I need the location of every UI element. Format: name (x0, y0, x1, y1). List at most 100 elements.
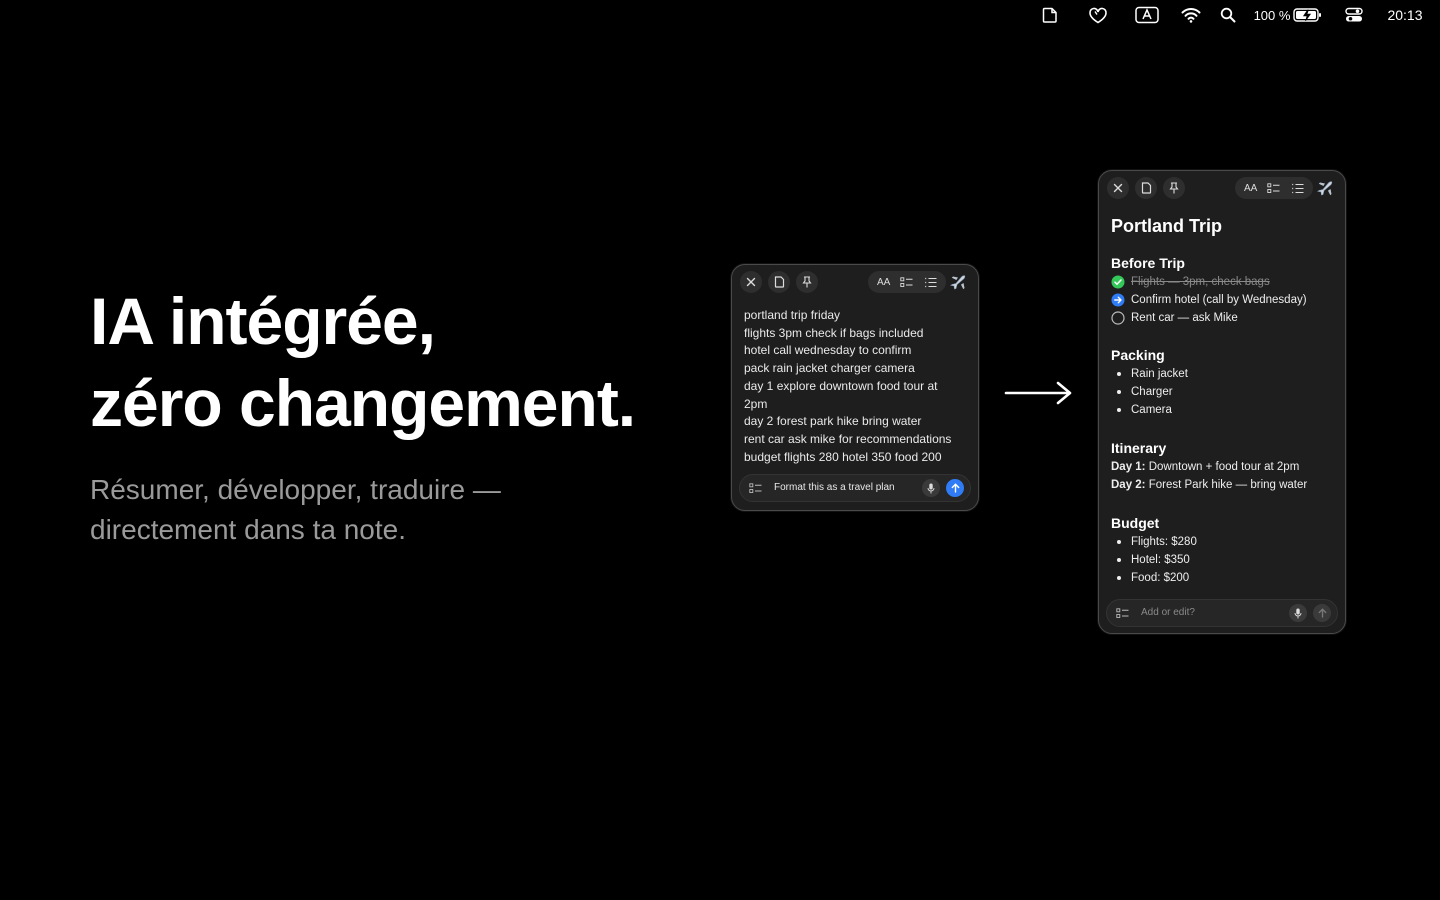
task-item[interactable]: Confirm hotel (call by Wednesday) (1111, 291, 1339, 309)
new-note-button[interactable] (768, 271, 790, 293)
subheadline-line-1: Résumer, développer, traduire — (90, 474, 501, 505)
close-icon (746, 277, 756, 287)
ai-prompt-bar[interactable]: Format this as a travel plan (739, 474, 971, 502)
list-item-label: Camera (1131, 404, 1172, 416)
note-icon (1141, 182, 1151, 194)
battery-charging-icon[interactable] (1293, 5, 1323, 25)
note-line: pack rain jacket charger camera (744, 361, 915, 376)
list-item-label: Charger (1131, 386, 1173, 398)
ai-prompt-input[interactable]: Format this as a travel plan (774, 482, 895, 493)
menu-bar: 100 % 20:13 (0, 0, 1440, 30)
pin-icon (1169, 182, 1179, 194)
section-heading-budget: Budget (1111, 515, 1160, 531)
checklist-icon (1267, 182, 1280, 193)
arrow-up-icon (951, 483, 959, 493)
checklist-button[interactable] (1263, 177, 1285, 199)
note-line: portland trip friday (744, 308, 841, 322)
day-label: Day 2: (1111, 479, 1146, 491)
note-line: day 2 forest park hike bring water (744, 414, 922, 429)
clock[interactable]: 20:13 (1380, 5, 1430, 25)
airplane-ai-icon (949, 275, 966, 290)
task-label: Confirm hotel (call by Wednesday) (1131, 294, 1307, 306)
close-button[interactable] (740, 271, 762, 293)
font-size-button[interactable]: AA (1240, 177, 1262, 199)
list-item: Rain jacket (1111, 365, 1339, 383)
pin-icon (802, 276, 812, 288)
microphone-button[interactable] (922, 479, 940, 497)
list-item-label: Flights: $280 (1131, 536, 1197, 548)
close-button[interactable] (1107, 177, 1129, 199)
list-item-label: Rain jacket (1131, 368, 1188, 380)
note-toolbar: AA (1107, 177, 1337, 199)
task-item[interactable]: Rent car — ask Mike (1111, 309, 1339, 327)
heart-shield-icon[interactable] (1087, 5, 1109, 25)
day-label: Day 1: (1111, 461, 1146, 473)
battery-percentage: 100 % (1253, 7, 1291, 23)
task-label: Flights — 3pm, check bags (1131, 276, 1270, 288)
note-line: 2pm (744, 396, 768, 411)
checkbox-empty-icon[interactable] (1111, 311, 1131, 325)
format-toolbar-group: AA (868, 271, 946, 293)
headline: IA intégrée, zéro changement. (90, 280, 710, 444)
itinerary-day: Day 1: Downtown + food tour at 2pm (1111, 458, 1339, 476)
note-line: day 1 explore downtown food tour at (744, 378, 938, 393)
format-toolbar-group: AA (1235, 177, 1313, 199)
numbered-list-button[interactable] (1286, 177, 1308, 199)
checklist-icon (900, 276, 913, 287)
list-item: Flights: $280 (1111, 533, 1339, 551)
search-icon[interactable] (1219, 5, 1237, 25)
list-item-label: Food: $200 (1131, 572, 1190, 584)
ai-prompt-bar[interactable]: Add or edit? (1106, 599, 1338, 627)
microphone-icon (1294, 608, 1302, 618)
control-center-icon[interactable] (1344, 5, 1364, 25)
font-size-button[interactable]: AA (873, 271, 895, 293)
subheadline: Résumer, développer, traduire — directem… (90, 470, 650, 550)
arrow-up-icon (1318, 608, 1326, 618)
subheadline-line-2: directement dans ta note. (90, 514, 406, 545)
itinerary-day: Day 2: Forest Park hike — bring water (1111, 476, 1339, 494)
send-button[interactable] (946, 479, 964, 497)
note-window-before: AA portland trip friday flights 3pm chec… (731, 264, 979, 511)
transform-arrow-icon (1004, 381, 1072, 405)
ai-assistant-button[interactable] (1315, 177, 1337, 199)
note-line: budget flights 280 hotel 350 food 200 (744, 449, 942, 464)
pin-button[interactable] (1163, 177, 1185, 199)
list-item: Hotel: $350 (1111, 551, 1339, 569)
task-label: Rent car — ask Mike (1131, 312, 1238, 324)
section-heading-packing: Packing (1111, 347, 1165, 363)
note-icon[interactable] (1040, 5, 1060, 25)
close-icon (1113, 183, 1123, 193)
microphone-icon (927, 483, 935, 493)
checklist-button[interactable] (896, 271, 918, 293)
formatted-note[interactable]: Portland Trip Before Trip Flights — 3pm,… (1111, 213, 1339, 587)
format-options-icon[interactable] (1115, 606, 1129, 620)
checkbox-done-icon[interactable] (1111, 275, 1131, 289)
format-options-icon[interactable] (748, 481, 762, 495)
ai-assistant-button[interactable] (948, 271, 970, 293)
raw-note-text[interactable]: portland trip friday flights 3pm check i… (744, 307, 972, 466)
note-window-after: AA Portland Trip Before Trip Flights — 3… (1098, 170, 1346, 634)
headline-line-2: zéro changement. (90, 366, 636, 440)
airplane-ai-icon (1316, 181, 1333, 196)
note-title: Portland Trip (1111, 216, 1223, 236)
numbered-list-icon (925, 277, 937, 287)
note-line: hotel call wednesday to confirm (744, 343, 912, 358)
ai-prompt-input[interactable]: Add or edit? (1141, 607, 1195, 618)
pin-button[interactable] (796, 271, 818, 293)
new-note-button[interactable] (1135, 177, 1157, 199)
wifi-icon[interactable] (1180, 5, 1202, 25)
section-heading-itinerary: Itinerary (1111, 440, 1167, 456)
microphone-button[interactable] (1289, 604, 1307, 622)
day-text: Forest Park hike — bring water (1145, 479, 1308, 491)
checkbox-in-progress-icon[interactable] (1111, 293, 1131, 307)
note-line: flights 3pm check if bags included (744, 325, 924, 340)
task-item[interactable]: Flights — 3pm, check bags (1111, 273, 1339, 291)
list-item-label: Hotel: $350 (1131, 554, 1190, 566)
numbered-list-button[interactable] (919, 271, 941, 293)
list-item: Food: $200 (1111, 569, 1339, 587)
headline-line-1: IA intégrée, (90, 284, 436, 358)
day-text: Downtown + food tour at 2pm (1145, 461, 1300, 473)
send-button[interactable] (1313, 604, 1331, 622)
note-toolbar: AA (740, 271, 970, 293)
keyboard-a-icon[interactable] (1134, 5, 1160, 25)
